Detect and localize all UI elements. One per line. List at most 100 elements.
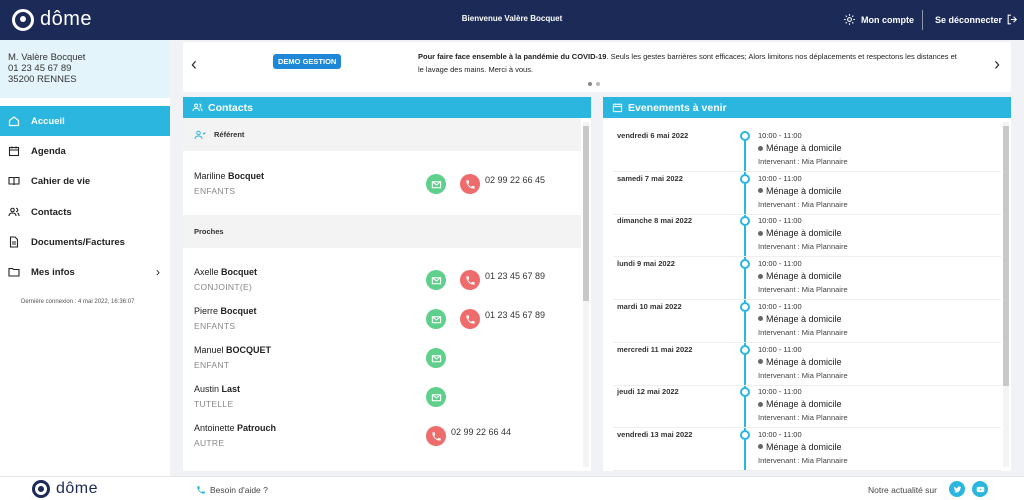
banner-message: Pour faire face ensemble à la pandémie d…	[418, 50, 963, 76]
scrollbar-thumb[interactable]	[1003, 126, 1009, 386]
event-time: 10:00 - 11:00	[758, 387, 802, 397]
call-button[interactable]	[460, 174, 480, 194]
events-panel: Evenements à venir vendredi 6 mai 2022 10…	[603, 97, 1011, 471]
footer: dôme Besoin d'aide ? Notre actualité sur	[0, 476, 1024, 500]
chevron-right-icon: ›	[156, 265, 160, 279]
sidebar-item-contacts[interactable]: Contacts	[0, 197, 170, 227]
section-proches-label: Proches	[194, 227, 224, 236]
gear-icon	[844, 14, 855, 25]
contact-first-name: Austin	[194, 384, 220, 394]
carousel-next-button[interactable]: ›	[994, 54, 1000, 75]
events-scrollbar[interactable]	[1003, 122, 1009, 467]
sidebar-item-label: Cahier de vie	[31, 175, 91, 187]
contact-first-name: Manuel	[194, 345, 224, 355]
sidebar-item-cahier-de-vie[interactable]: Cahier de vie	[0, 166, 170, 196]
mail-icon	[431, 315, 441, 323]
call-button[interactable]	[460, 309, 480, 329]
calendar-icon	[8, 146, 20, 157]
header-divider	[922, 10, 923, 30]
contact-name: Manuel BOCQUET	[194, 345, 271, 355]
phone-icon	[465, 314, 475, 324]
mail-icon	[431, 276, 441, 284]
event-divider	[613, 469, 1001, 471]
mail-icon	[431, 393, 441, 401]
timeline-dot	[740, 259, 750, 270]
email-button[interactable]	[426, 348, 446, 368]
email-button[interactable]	[426, 387, 446, 407]
contact-phone[interactable]: 02 99 22 66 44	[451, 427, 511, 437]
scrollbar-thumb[interactable]	[583, 126, 589, 301]
event-item[interactable]: jeudi 12 mai 2022 10:00 - 11:00 Ménage à d…	[603, 385, 1001, 429]
carousel-dot[interactable]	[588, 82, 592, 86]
email-button[interactable]	[426, 174, 446, 194]
top-bar: dôme Bienvenue Valère Bocquet Mon compte…	[0, 0, 1024, 40]
contacts-header: Contacts	[183, 97, 591, 118]
contact-phone[interactable]: 01 23 45 67 89	[485, 310, 545, 320]
sidebar-item-agenda[interactable]: Agenda	[0, 136, 170, 166]
event-item[interactable]: mardi 10 mai 2022 10:00 - 11:00 Ménage à d…	[603, 300, 1001, 343]
event-item[interactable]: mercredi 11 mai 2022 10:00 - 11:00 Ménage …	[603, 343, 1001, 386]
contact-role: ENFANTS	[194, 186, 236, 196]
contact-first-name: Pierre	[194, 306, 219, 316]
call-button[interactable]	[460, 270, 480, 290]
last-login: Dernière connexion : 4 mai 2022, 16:36:0…	[21, 299, 135, 305]
event-date: vendredi 6 mai 2022	[617, 131, 689, 140]
carousel-prev-button[interactable]: ‹	[191, 54, 197, 75]
event-date: vendredi 13 mai 2022	[617, 429, 693, 439]
contact-phone[interactable]: 02 99 22 66 45	[485, 175, 545, 185]
sidebar-item-label: Contacts	[31, 206, 72, 218]
call-button[interactable]	[426, 426, 446, 446]
carousel-dot[interactable]	[596, 82, 600, 86]
book-icon	[8, 176, 20, 186]
event-intervenant: Intervenant : Mia Plannaire	[758, 413, 848, 423]
sidebar-item-mes-infos[interactable]: Mes infos ›	[0, 257, 170, 287]
logout-button[interactable]: Se déconnecter	[935, 13, 1019, 26]
demo-badge: DEMO GESTION	[273, 54, 342, 69]
mail-icon	[431, 354, 441, 362]
contacts-title: Contacts	[208, 101, 253, 114]
event-time: 10:00 - 11:00	[758, 301, 802, 311]
event-time: 10:00 - 11:00	[758, 429, 802, 439]
contacts-scrollbar[interactable]	[583, 122, 589, 467]
help-link[interactable]: Besoin d'aide ?	[196, 485, 268, 495]
event-title: Ménage à domicile	[758, 357, 842, 367]
email-button[interactable]	[426, 309, 446, 329]
contact-phone[interactable]: 01 23 45 67 89	[485, 271, 545, 281]
event-intervenant: Intervenant : Mia Plannaire	[758, 157, 848, 166]
contacts-icon	[8, 207, 20, 217]
sidebar-item-accueil[interactable]: Accueil	[0, 106, 170, 136]
contact-first-name: Antoinette	[194, 423, 235, 433]
folder-icon	[8, 267, 20, 277]
contact-name: Antoinette Patrouch	[194, 423, 276, 433]
event-item[interactable]: samedi 7 mai 2022 10:00 - 11:00 Ménage à d…	[603, 172, 1001, 215]
sidebar-item-documents[interactable]: Documents/Factures	[0, 227, 170, 257]
footer-logo[interactable]: dôme	[32, 480, 98, 498]
home-icon	[8, 116, 20, 127]
calendar-icon	[612, 103, 623, 113]
event-title: Ménage à domicile	[758, 271, 842, 281]
event-item[interactable]: dimanche 8 mai 2022 10:00 - 11:00 Ménage à…	[603, 214, 1001, 258]
email-button[interactable]	[426, 270, 446, 290]
logo-icon	[32, 480, 50, 498]
phone-icon	[197, 486, 205, 494]
twitter-link[interactable]	[949, 481, 965, 497]
timeline-dot	[740, 173, 750, 184]
timeline-dot	[740, 344, 750, 355]
event-item[interactable]: vendredi 13 mai 2022 10:00 - 11:00 Ménage …	[603, 428, 1001, 471]
phone-icon	[431, 431, 441, 441]
youtube-link[interactable]	[972, 481, 988, 497]
event-date: mercredi 11 mai 2022	[617, 344, 693, 354]
footer-brand-name: dôme	[56, 480, 99, 497]
event-intervenant: Intervenant : Mia Plannaire	[758, 455, 848, 465]
account-button[interactable]: Mon compte	[843, 13, 914, 26]
event-title: Ménage à domicile	[758, 186, 842, 196]
event-date: samedi 7 mai 2022	[617, 173, 683, 183]
timeline-dot	[740, 301, 750, 312]
event-item[interactable]: vendredi 6 mai 2022 10:00 - 11:00 Ménage à…	[603, 129, 1001, 172]
event-item[interactable]: lundi 9 mai 2022 10:00 - 11:00 Ménage à do…	[603, 257, 1001, 301]
youtube-icon	[976, 486, 984, 492]
referent-icon	[194, 130, 206, 139]
contact-last-name: Bocquet	[228, 171, 265, 181]
contact-name: Austin Last	[194, 384, 240, 394]
banner-message-bold: Pour faire face ensemble à la pandémie d…	[418, 52, 607, 61]
